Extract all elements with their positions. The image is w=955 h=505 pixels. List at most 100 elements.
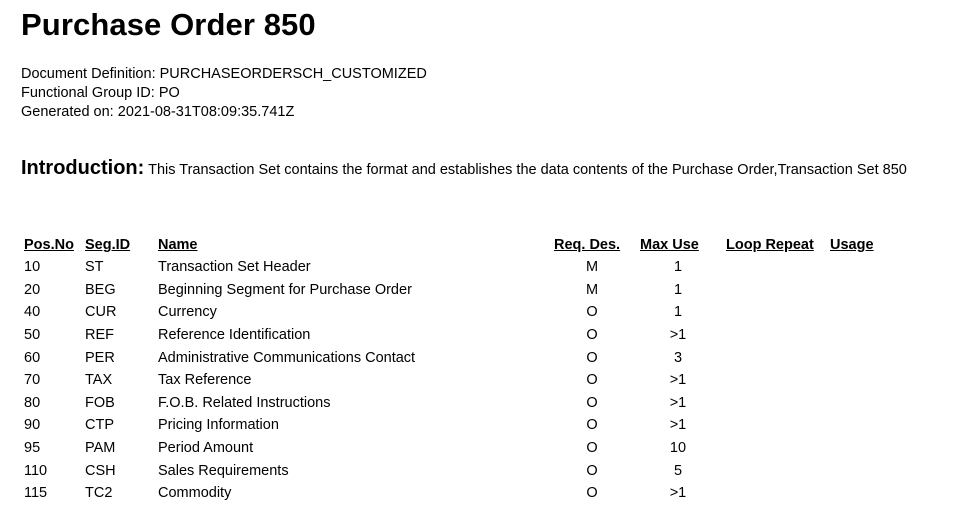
header-seg-id: Seg.ID <box>85 237 131 253</box>
cell-seg-id: CSH <box>85 462 116 479</box>
cell-max-use: 5 <box>673 462 683 479</box>
cell-usage <box>827 279 897 302</box>
cell-req-des: O <box>586 440 598 457</box>
cell-req-des: O <box>586 349 598 366</box>
cell-usage <box>827 414 897 437</box>
cell-loop-repeat <box>723 482 827 505</box>
cell-max-use: 1 <box>673 304 683 321</box>
cell-req-des: O <box>586 417 598 434</box>
table-row: 95 PAM Period Amount O 10 <box>21 437 897 460</box>
cell-loop-repeat <box>723 256 827 279</box>
document-meta: Document Definition: PURCHASEORDERSCH_CU… <box>21 65 427 122</box>
cell-name: Transaction Set Header <box>158 259 311 276</box>
cell-req-des: O <box>586 394 598 411</box>
cell-usage <box>827 459 897 482</box>
cell-pos-no: 60 <box>24 349 41 366</box>
cell-max-use: >1 <box>669 394 687 411</box>
cell-pos-no: 70 <box>24 372 41 389</box>
page-title: Purchase Order 850 <box>21 7 316 42</box>
header-req-des: Req. Des. <box>554 237 621 253</box>
cell-usage <box>827 301 897 324</box>
cell-seg-id: ST <box>85 259 104 276</box>
cell-loop-repeat <box>723 437 827 460</box>
table-row: 80 FOB F.O.B. Related Instructions O >1 <box>21 392 897 415</box>
segment-table: Pos.No Seg.ID Name Req. Des. Max Use Loo… <box>21 234 897 505</box>
cell-name: Beginning Segment for Purchase Order <box>158 281 412 298</box>
cell-pos-no: 20 <box>24 281 41 298</box>
cell-seg-id: PAM <box>85 440 116 457</box>
cell-seg-id: CTP <box>85 417 114 434</box>
generated-on: Generated on: 2021-08-31T08:09:35.741Z <box>21 103 427 122</box>
cell-max-use: 10 <box>669 440 687 457</box>
table-row: 40 CUR Currency O 1 <box>21 301 897 324</box>
cell-pos-no: 95 <box>24 440 41 457</box>
definition-label: Document Definition: <box>21 66 156 82</box>
cell-pos-no: 115 <box>24 485 48 502</box>
cell-name: Pricing Information <box>158 417 279 434</box>
cell-seg-id: PER <box>85 349 115 366</box>
header-pos-no: Pos.No <box>24 237 74 253</box>
cell-name: Administrative Communications Contact <box>158 349 416 366</box>
table-row: 10 ST Transaction Set Header M 1 <box>21 256 897 279</box>
cell-seg-id: REF <box>85 327 114 344</box>
cell-loop-repeat <box>723 346 827 369</box>
header-max-use: Max Use <box>640 237 699 253</box>
cell-loop-repeat <box>723 459 827 482</box>
cell-max-use: >1 <box>669 417 687 434</box>
cell-name: Reference Identification <box>158 327 311 344</box>
cell-max-use: >1 <box>669 327 687 344</box>
table-row: 20 BEG Beginning Segment for Purchase Orde… <box>21 279 897 302</box>
cell-seg-id: FOB <box>85 394 115 411</box>
cell-usage <box>827 324 897 347</box>
table-row: 70 TAX Tax Reference O >1 <box>21 369 897 392</box>
cell-max-use: 1 <box>673 281 683 298</box>
cell-pos-no: 110 <box>24 462 48 479</box>
table-row: 115 TC2 Commodity O >1 <box>21 482 897 505</box>
header-loop-repeat: Loop Repeat <box>726 237 814 253</box>
cell-usage <box>827 482 897 505</box>
header-name: Name <box>158 237 198 253</box>
definition-value: PURCHASEORDERSCH_CUSTOMIZED <box>159 66 427 82</box>
cell-loop-repeat <box>723 392 827 415</box>
cell-pos-no: 90 <box>24 417 41 434</box>
introduction-heading: Introduction: <box>21 157 145 179</box>
table-row: 60 PER Administrative Communications Conta… <box>21 346 897 369</box>
cell-name: Commodity <box>158 485 232 502</box>
cell-name: Tax Reference <box>158 372 252 389</box>
cell-pos-no: 80 <box>24 394 41 411</box>
cell-req-des: O <box>586 304 598 321</box>
cell-max-use: 1 <box>673 259 683 276</box>
cell-usage <box>827 437 897 460</box>
cell-seg-id: TAX <box>85 372 113 389</box>
generated-label: Generated on: <box>21 104 114 120</box>
cell-req-des: O <box>586 327 598 344</box>
cell-seg-id: CUR <box>85 304 117 321</box>
cell-pos-no: 50 <box>24 327 41 344</box>
table-row: 50 REF Reference Identification O >1 <box>21 324 897 347</box>
table-header-row: Pos.No Seg.ID Name Req. Des. Max Use Loo… <box>21 234 897 256</box>
segment-rows: 10 ST Transaction Set Header M 1 20 BEG Beginni… <box>21 256 897 505</box>
cell-loop-repeat <box>723 324 827 347</box>
introduction-text: This Transaction Set contains the format… <box>148 162 907 178</box>
generated-value: 2021-08-31T08:09:35.741Z <box>117 104 295 120</box>
table-row: 110 CSH Sales Requirements O 5 <box>21 459 897 482</box>
table-row: 90 CTP Pricing Information O >1 <box>21 414 897 437</box>
cell-loop-repeat <box>723 414 827 437</box>
cell-req-des: O <box>586 485 598 502</box>
cell-loop-repeat <box>723 279 827 302</box>
header-usage: Usage <box>830 237 874 253</box>
cell-pos-no: 40 <box>24 304 41 321</box>
cell-seg-id: BEG <box>85 281 116 298</box>
cell-loop-repeat <box>723 369 827 392</box>
cell-loop-repeat <box>723 301 827 324</box>
cell-max-use: >1 <box>669 485 687 502</box>
cell-name: Period Amount <box>158 440 254 457</box>
cell-name: Sales Requirements <box>158 462 289 479</box>
cell-req-des: M <box>585 281 599 298</box>
document-definition: Document Definition: PURCHASEORDERSCH_CU… <box>21 65 427 84</box>
cell-max-use: >1 <box>669 372 687 389</box>
introduction: Introduction: This Transaction Set conta… <box>21 158 941 180</box>
cell-seg-id: TC2 <box>85 485 113 502</box>
cell-usage <box>827 369 897 392</box>
cell-name: Currency <box>158 304 217 321</box>
